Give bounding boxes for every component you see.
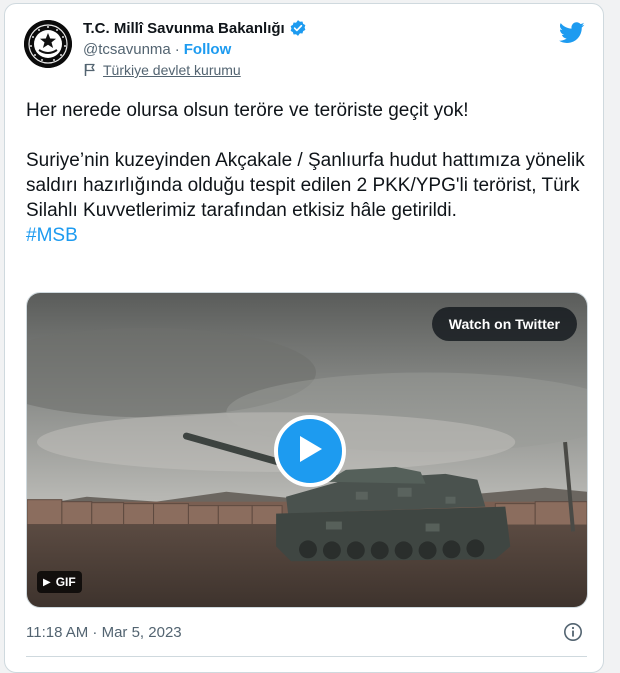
info-icon[interactable]	[563, 622, 583, 642]
tweet-line-2: Suriye’nin kuzeyinden Akçakale / Şanlıur…	[26, 150, 585, 221]
verified-badge-icon	[289, 19, 307, 37]
tweet-text: Her nerede olursa olsun teröre ve teröri…	[26, 98, 586, 248]
account-name[interactable]: T.C. Millî Savunma Bakanlığı	[83, 20, 285, 37]
tweet-timestamp[interactable]: 11:18 AM · Mar 5, 2023	[26, 624, 182, 641]
gif-label: GIF	[55, 575, 76, 589]
affiliation-label-text: Türkiye devlet kurumu	[103, 62, 241, 78]
account-identity: T.C. Millî Savunma Bakanlığı @tcsavunma …	[83, 18, 307, 79]
gif-play-icon: ▶	[43, 576, 51, 588]
tweet-footer: 11:18 AM · Mar 5, 2023	[26, 620, 587, 644]
avatar[interactable]	[24, 20, 72, 68]
footer-divider	[26, 656, 587, 657]
follow-button[interactable]: Follow	[184, 41, 232, 58]
tweet-card: T.C. Millî Savunma Bakanlığı @tcsavunma …	[4, 3, 604, 673]
hashtag-link[interactable]: #MSB	[26, 223, 586, 248]
tweet-line-1: Her nerede olursa olsun teröre ve teröri…	[26, 100, 469, 121]
video-media[interactable]: Watch on Twitter ▶ GIF	[26, 292, 588, 608]
separator-dot: ·	[174, 40, 180, 58]
watch-on-twitter-button[interactable]: Watch on Twitter	[431, 307, 577, 341]
handle-row: @tcsavunma · Follow	[83, 39, 307, 59]
play-icon	[296, 434, 324, 469]
flag-icon	[83, 63, 97, 77]
name-row: T.C. Millî Savunma Bakanlığı	[83, 18, 307, 38]
gif-badge: ▶ GIF	[37, 571, 82, 593]
affiliation-label[interactable]: Türkiye devlet kurumu	[83, 61, 307, 79]
account-handle[interactable]: @tcsavunma	[83, 41, 171, 58]
tweet-header: T.C. Millî Savunma Bakanlığı @tcsavunma …	[24, 14, 587, 84]
twitter-bird-icon[interactable]	[558, 22, 585, 44]
play-button[interactable]	[274, 415, 346, 487]
